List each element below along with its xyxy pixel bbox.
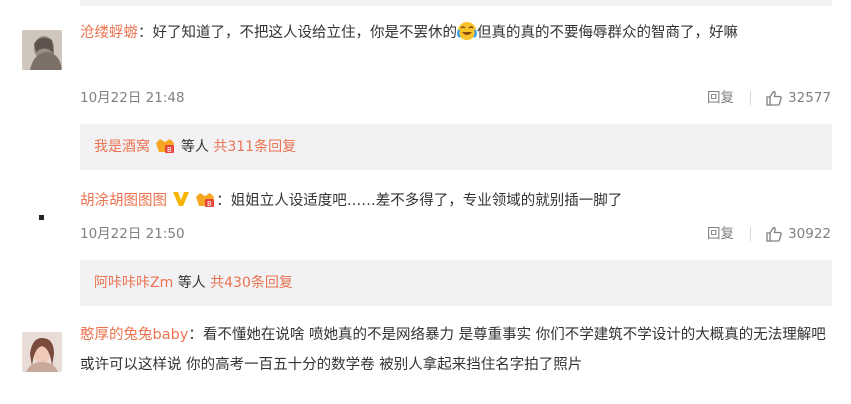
comment-text: 姐姐立人设适度吧……差不多得了，专业领域的就别插一脚了 [230, 193, 623, 209]
reply-count-link[interactable]: 共311条回复 [213, 139, 296, 155]
like-button[interactable]: 32577 [765, 86, 831, 110]
previous-subthread-box [80, 0, 832, 6]
reply-button[interactable]: 回复 [707, 222, 734, 246]
like-count: 30922 [788, 226, 831, 242]
comment-username[interactable]: 沧缕蜉蝣 [80, 25, 138, 41]
comment-time: 10月22日 21:50 [80, 226, 185, 242]
avatar[interactable] [22, 195, 62, 235]
avatar[interactable] [22, 332, 62, 372]
reply-button[interactable]: 回复 [707, 86, 734, 110]
comment-feed: 沧缕蜉蝣：好了知道了，不把这人设给立住，你是不罢休的 但真的真的不要侮辱群众的智商… [0, 0, 851, 404]
comment-username[interactable]: 胡涂胡图图图 [80, 193, 167, 209]
subthread-box[interactable]: 阿咔咔咔Zm 等人 共430条回复 [80, 260, 832, 306]
svg-text:B: B [207, 200, 212, 208]
subthread-username[interactable]: 我是酒窝 [94, 139, 150, 155]
subthread-box[interactable]: 我是酒窝 B 等人 共311条回复 [80, 124, 832, 170]
vip-badge-icon: B [154, 124, 176, 170]
comment-time: 10月22日 21:48 [80, 90, 185, 106]
subthread-username[interactable]: 阿咔咔咔Zm [94, 275, 173, 291]
comment-text: 好了知道了，不把这人设给立住，你是不罢休的 [152, 25, 458, 41]
thumbs-up-icon [766, 90, 782, 106]
thumbs-up-icon [766, 226, 782, 242]
like-button[interactable]: 30922 [765, 222, 831, 246]
divider [750, 227, 752, 241]
avatar[interactable] [22, 30, 62, 70]
comment-username[interactable]: 憨厚的兔兔baby [80, 327, 188, 343]
reply-count-link[interactable]: 共430条回复 [210, 275, 293, 291]
divider [750, 91, 752, 105]
vip-badge-icon: B [194, 186, 216, 216]
comment-text-cont: 但真的真的不要侮辱群众的智商了，好嘛 [477, 25, 738, 41]
svg-text:B: B [167, 146, 172, 154]
verified-v-icon [172, 186, 190, 216]
crying-laugh-emoji-icon [457, 21, 477, 41]
like-count: 32577 [788, 90, 831, 106]
